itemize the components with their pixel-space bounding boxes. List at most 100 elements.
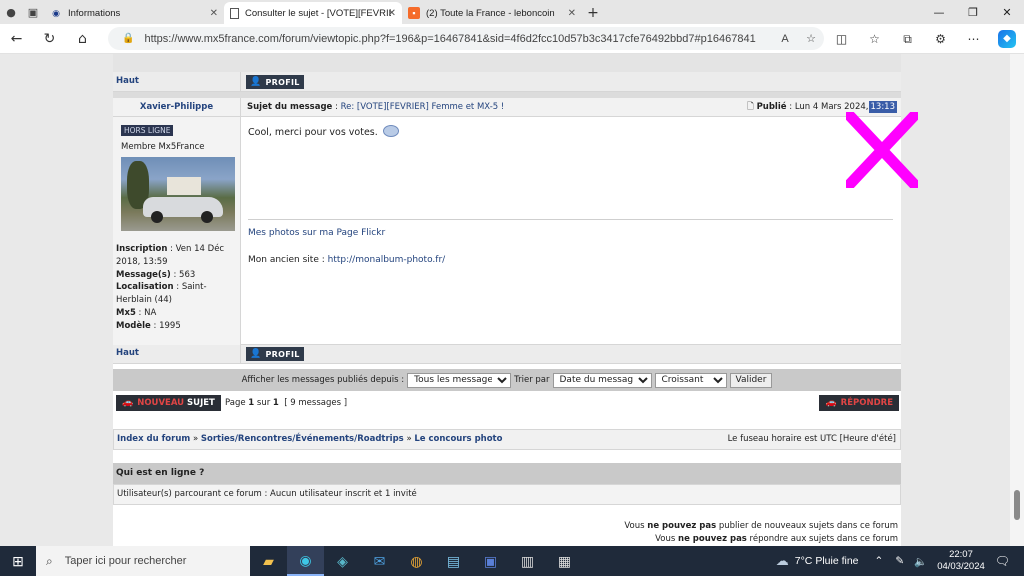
notes-icon[interactable]: ▤ [435,546,472,576]
tab-consulter-sujet[interactable]: Consulter le sujet - [VOTE][FEVRIER] Fem… [224,2,402,24]
permission-post: répondre aux sujets dans ce forum [746,533,898,544]
edge-icon[interactable]: ◉ [287,546,324,576]
validate-button[interactable]: Valider [729,372,773,388]
weather-temp[interactable]: 7°C [795,555,813,567]
maximize-icon[interactable]: ❐ [956,0,990,24]
top-link[interactable]: Haut [116,76,139,86]
page-prefix: Page [225,398,246,408]
back-icon[interactable]: ← [0,24,33,54]
collections-icon[interactable]: ⧉ [891,32,924,47]
post-text: Cool, merci pour vos votes. [248,125,894,138]
tab-leboncoin[interactable]: ▪ (2) Toute la France - leboncoin ✕ [402,2,582,24]
post-link-icon[interactable]: 🗋 [747,102,754,112]
modele-detail: Modèle : 1995 [116,320,181,331]
old-site-link[interactable]: http://monalbum-photo.fr/ [328,255,446,265]
taskbar-search[interactable]: ⌕ Taper ici pour rechercher [36,546,250,576]
windows-taskbar: ⊞ ⌕ Taper ici pour rechercher ▰ ◉ ◈ ✉ ◍ … [0,546,1024,576]
detail-label: Message(s) [116,269,171,280]
windows-start-icon[interactable]: ⊞ [0,546,36,576]
current-page: 1 [248,398,255,408]
since-select[interactable]: Tous les messages [407,372,512,388]
document-icon[interactable]: ▥ [509,546,546,576]
split-screen-icon[interactable]: ◫ [825,32,858,46]
weather-text[interactable]: Pluie fine [815,555,858,567]
close-tab-icon[interactable]: ✕ [568,8,576,19]
breadcrumb-index[interactable]: Index du forum [117,434,190,444]
messages-detail: Message(s) : 563 [116,269,196,280]
weather-icon[interactable]: ☁ [776,553,789,569]
mx5-detail: Mx5 : NA [116,307,157,318]
mail-icon[interactable]: ✉ [361,546,398,576]
volume-icon[interactable]: 🔈 [914,555,927,568]
subject-label: Sujet du message [247,102,333,112]
home-icon[interactable]: ⌂ [66,24,99,54]
user-icon: 👤 [250,349,262,359]
copilot-icon[interactable]: ◆ [998,30,1016,48]
minimize-icon[interactable]: — [922,0,956,24]
post-separator [113,54,901,72]
post-subject-cell: Sujet du message : Re: [VOTE][FEVRIER] F… [241,98,901,117]
favorite-star-icon[interactable]: ☆ [798,32,824,45]
notification-icon[interactable]: 🗨 [995,554,1010,568]
post-footer-left: Haut [113,345,241,364]
permission-bold: ne pouvez pas [678,533,747,544]
top-link[interactable]: Haut [116,348,139,358]
breadcrumb-topic[interactable]: Le concours photo [414,434,502,444]
order-select[interactable]: Croissant [654,372,727,388]
new-topic-label: NOUVEAU SUJET [137,398,215,408]
published-label: Publié [756,102,787,112]
read-aloud-icon[interactable]: A [772,33,798,45]
close-tab-icon[interactable]: ✕ [210,8,218,19]
breadcrumb: Index du forum » Sorties/Rencontres/Évén… [113,429,901,450]
page-of: sur [256,398,271,408]
publisher-icon[interactable]: ▣ [472,546,509,576]
post-author-name[interactable]: Xavier-Philippe [140,102,213,112]
post-footer-row: Haut 👤 PROFIL [113,72,901,92]
permission-pre: Vous [624,521,648,531]
post-body-text: Cool, merci pour vos votes. [248,127,378,138]
scrollbar-thumb[interactable] [1014,490,1020,520]
new-tab-button[interactable]: + [582,2,604,24]
reply-button[interactable]: 🚗 RÉPONDRE [819,395,899,411]
url-text[interactable]: https://www.mx5france.com/forum/viewtopi… [144,33,772,45]
workspaces-icon[interactable]: ▣ [22,0,44,24]
calculator-icon[interactable]: ▦ [546,546,583,576]
avatar-house [167,177,201,195]
pen-icon[interactable]: ✎ [895,555,904,567]
subject-link[interactable]: Re: [VOTE][FEVRIER] Femme et MX-5 ! [341,102,505,112]
breadcrumb-section[interactable]: Sorties/Rencontres/Événements/Roadtrips [201,434,404,444]
profile-icon[interactable]: ● [0,0,22,24]
system-tray: ☁ 7°C Pluie fine ⌃ ✎ 🔈 22:07 04/03/2024 … [776,546,1024,576]
permission-line: Vous ne pouvez pas répondre aux sujets d… [113,533,898,546]
clock[interactable]: 22:07 04/03/2024 [937,549,985,573]
tab-informations[interactable]: ◉ Informations ✕ [44,2,224,24]
tab-favicon-icon: ◉ [52,7,60,18]
more-menu-icon[interactable]: ⋯ [957,32,990,46]
forum-content: Haut 👤 PROFIL Xavier-Philippe Sujet du me… [113,54,901,546]
published-date: Lun 4 Mars 2024, [794,102,869,112]
new-topic-button[interactable]: 🚗 SUJETNOUVEAU SUJET [116,395,221,411]
extensions-icon[interactable]: ⚙ [924,32,957,46]
chevron-up-icon[interactable]: ⌃ [875,555,884,567]
sort-select[interactable]: Date du message [552,372,652,388]
smiley-icon [382,125,399,137]
avatar[interactable] [121,157,235,231]
address-bar[interactable]: 🔒 https://www.mx5france.com/forum/viewto… [108,27,824,50]
profile-button[interactable]: 👤 PROFIL [246,347,304,361]
app-icon[interactable]: ◈ [324,546,361,576]
file-explorer-icon[interactable]: ▰ [250,546,287,576]
close-window-icon[interactable]: ✕ [990,0,1024,24]
close-tab-icon[interactable]: ✕ [388,8,396,19]
refresh-icon[interactable]: ↻ [33,24,66,54]
filter-label: Afficher les messages publiés depuis : [241,375,405,385]
lock-icon[interactable]: 🔒 [122,33,134,44]
favorites-icon[interactable]: ☆ [858,32,891,46]
flickr-link[interactable]: Mes photos sur ma Page Flickr [248,228,385,238]
chrome-icon[interactable]: ◍ [398,546,435,576]
tab-title: (2) Toute la France - leboncoin [426,7,555,19]
page-scrollbar[interactable] [1010,54,1024,546]
sort-label: Trier par [514,375,550,385]
inscription-detail: Inscription : Ven 14 Déc 2018, 13:59 [116,244,225,267]
profile-button[interactable]: 👤 PROFIL [246,75,304,89]
leboncoin-icon: ▪ [408,7,420,19]
